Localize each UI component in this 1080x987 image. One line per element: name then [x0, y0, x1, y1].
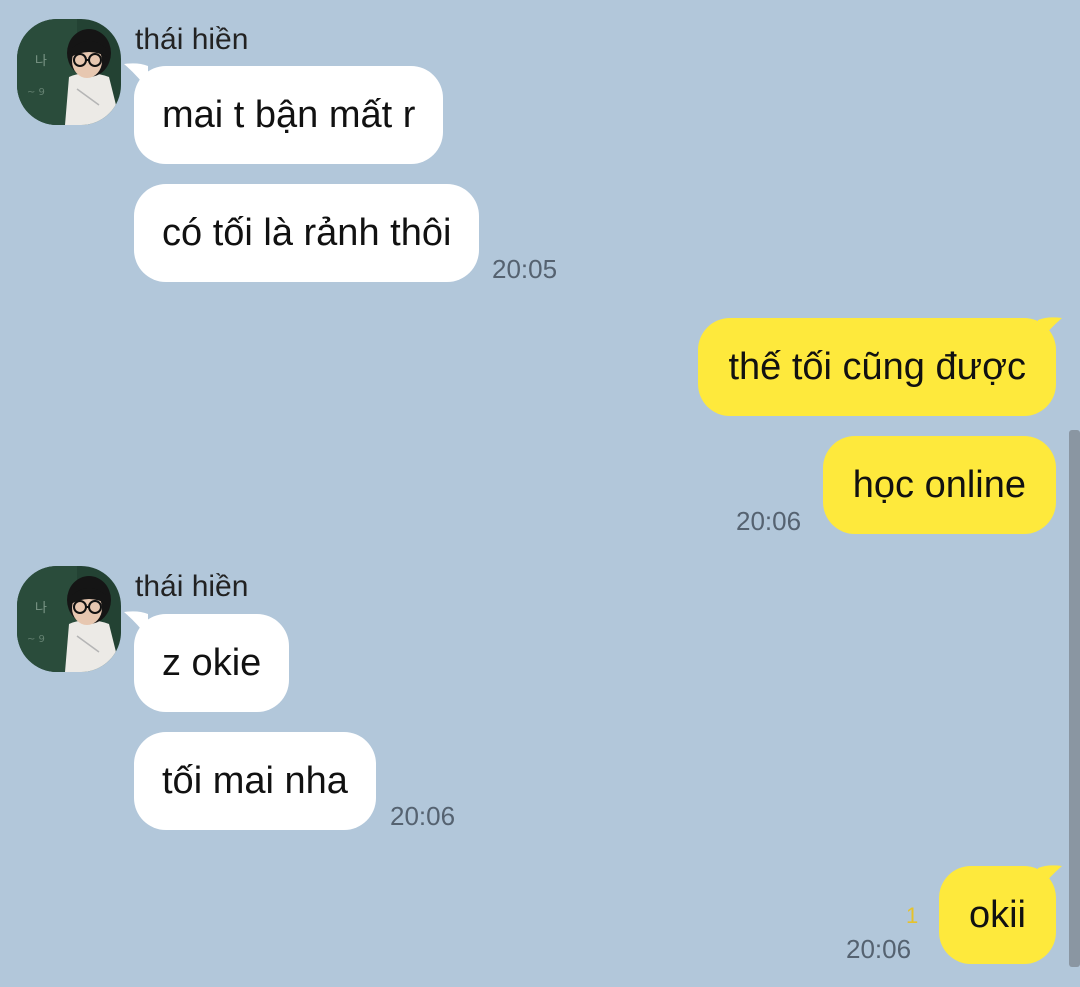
unread-count: 1 [906, 903, 919, 928]
message-bubble-incoming[interactable]: có tối là rảnh thôi [134, 184, 480, 282]
avatar[interactable]: 나 ~ 9 [17, 19, 121, 125]
message-timestamp: 20:06 [390, 801, 456, 831]
message-bubble-outgoing[interactable]: thế tối cũng được [698, 318, 1056, 416]
scrollbar[interactable] [1069, 430, 1080, 967]
message-bubble-incoming[interactable]: tối mai nha [134, 732, 376, 830]
message-bubble-incoming[interactable]: z okie [134, 614, 290, 712]
sender-name: thái hiền [135, 570, 249, 603]
svg-text:나: 나 [35, 601, 47, 616]
message-timestamp: 20:06 [846, 934, 912, 964]
svg-text:~ 9: ~ 9 [27, 634, 45, 645]
message-bubble-incoming[interactable]: mai t bận mất r [134, 66, 444, 164]
avatar[interactable]: 나 ~ 9 [17, 566, 121, 672]
message-bubble-outgoing[interactable]: học online [822, 436, 1056, 534]
message-timestamp: 20:06 [736, 506, 802, 536]
message-bubble-outgoing[interactable]: okii [938, 866, 1056, 964]
sender-name: thái hiền [135, 23, 249, 56]
message-timestamp: 20:05 [492, 254, 558, 284]
svg-text:나: 나 [35, 54, 47, 69]
svg-text:~ 9: ~ 9 [27, 87, 45, 98]
